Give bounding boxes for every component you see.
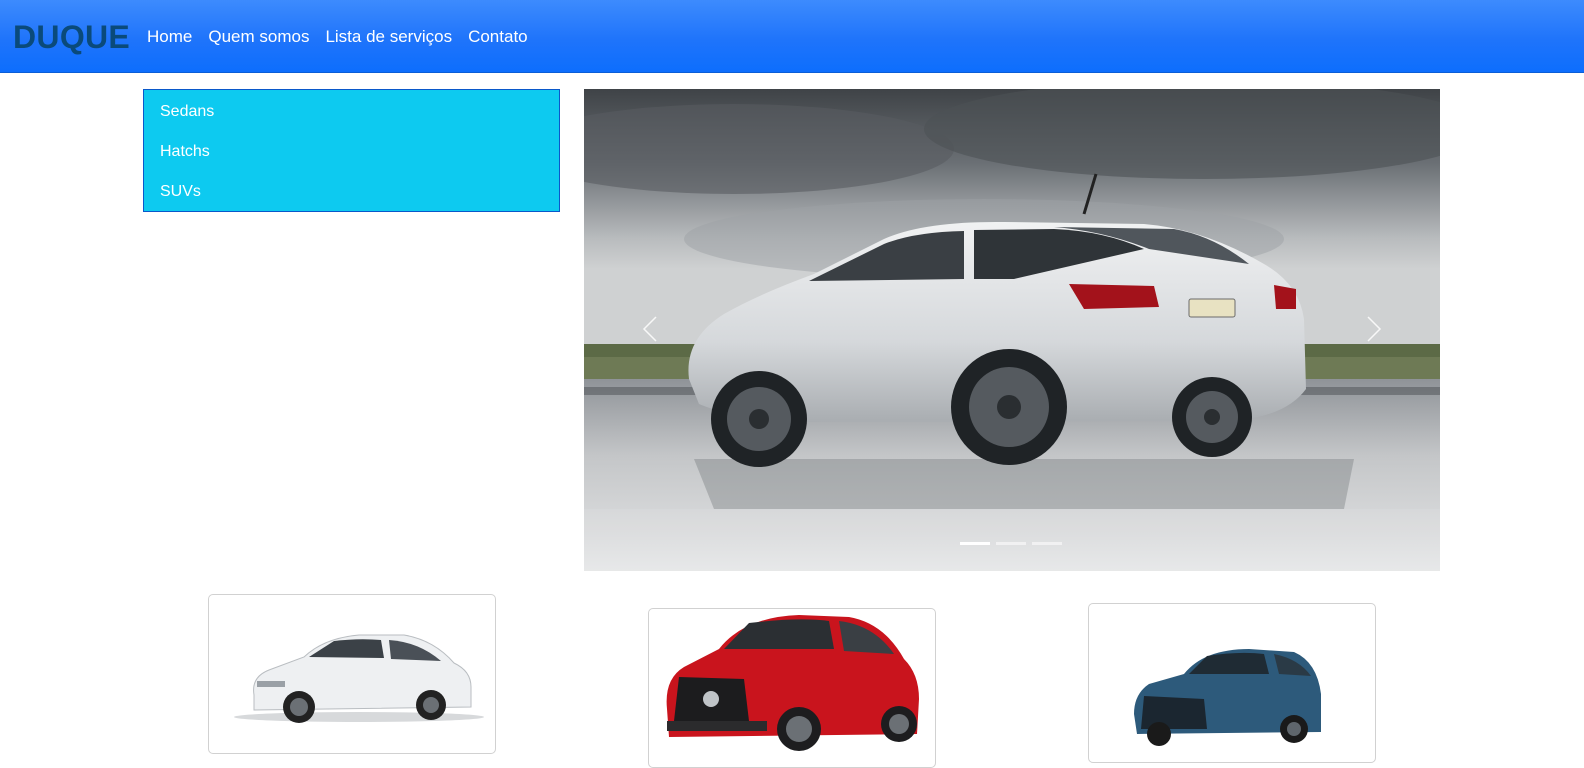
carousel-indicator-2[interactable] bbox=[996, 542, 1026, 545]
nav-link-contato[interactable]: Contato bbox=[468, 26, 528, 48]
category-item-hatchs[interactable]: Hatchs bbox=[160, 142, 210, 162]
carousel-indicators bbox=[960, 542, 1068, 545]
nav-link-quem-somos[interactable]: Quem somos bbox=[208, 26, 309, 48]
product-card-hatch[interactable] bbox=[1088, 603, 1376, 763]
red-suv-image bbox=[666, 615, 919, 751]
category-item-suvs[interactable]: SUVs bbox=[160, 182, 201, 202]
product-card-sedan[interactable] bbox=[208, 594, 496, 754]
category-menu: Sedans Hatchs SUVs bbox=[143, 89, 560, 212]
nav-link-home[interactable]: Home bbox=[147, 26, 192, 48]
image-carousel bbox=[584, 89, 1440, 571]
product-card-suv[interactable] bbox=[648, 608, 936, 768]
carousel-indicator-1[interactable] bbox=[960, 542, 990, 545]
carousel-prev-button[interactable] bbox=[620, 299, 680, 359]
white-sedan-image bbox=[234, 634, 484, 723]
blue-hatch-image bbox=[1134, 649, 1321, 746]
nav-links: Home Quem somos Lista de serviços Contat… bbox=[147, 26, 544, 48]
carousel-slide-image bbox=[584, 89, 1440, 571]
category-item-sedans[interactable]: Sedans bbox=[160, 102, 214, 122]
brand-logo[interactable]: DUQUE bbox=[13, 17, 130, 57]
carousel-indicator-3[interactable] bbox=[1032, 542, 1062, 545]
chevron-right-icon bbox=[1367, 316, 1382, 342]
nav-link-lista-servicos[interactable]: Lista de serviços bbox=[325, 26, 452, 48]
top-navbar: DUQUE Home Quem somos Lista de serviços … bbox=[0, 0, 1584, 73]
chevron-left-icon bbox=[642, 316, 657, 342]
carousel-next-button[interactable] bbox=[1344, 299, 1404, 359]
